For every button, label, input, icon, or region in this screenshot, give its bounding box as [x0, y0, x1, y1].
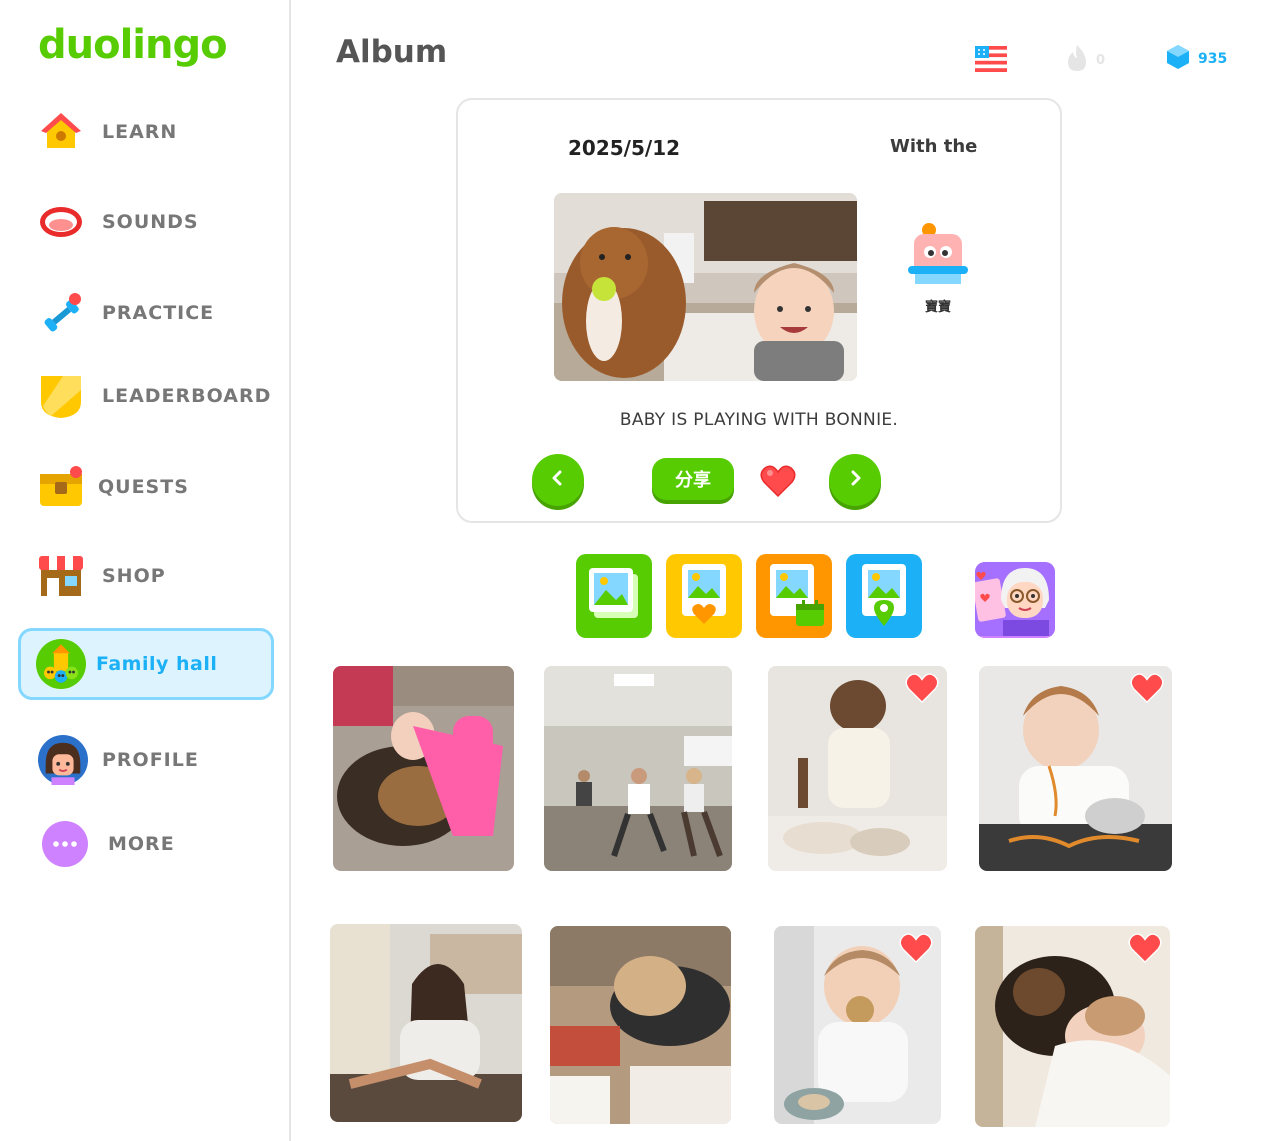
streak-count: 0: [1096, 52, 1106, 68]
chevron-right-icon: [847, 470, 863, 490]
sidebar-item-label: QUESTS: [98, 476, 189, 498]
favorite-heart-icon: [905, 672, 939, 704]
sidebar-item-profile[interactable]: PROFILE: [18, 725, 274, 795]
grandma-character-button[interactable]: [975, 562, 1055, 638]
sidebar: duolingo LEARN SOUNDS PRACTICE LEADERBOA…: [0, 0, 291, 1141]
mouth-icon: [36, 197, 86, 247]
grandma-character-icon: [975, 562, 1055, 638]
featured-photo[interactable]: [554, 193, 857, 381]
photo-location-icon: [856, 562, 912, 630]
sidebar-item-learn[interactable]: LEARN: [18, 97, 274, 167]
favorite-heart-icon: [1130, 672, 1164, 704]
sidebar-item-label: LEARN: [102, 121, 178, 143]
favorite-heart-icon: [1128, 932, 1162, 964]
filter-date-photos[interactable]: [756, 554, 832, 638]
sidebar-item-label: PRACTICE: [102, 302, 215, 324]
sidebar-item-label: Family hall: [96, 653, 218, 675]
sidebar-item-label: LEADERBOARD: [102, 385, 272, 407]
avatar-icon: [38, 735, 88, 785]
home-icon: [36, 107, 86, 157]
sidebar-item-shop[interactable]: SHOP: [18, 541, 274, 611]
shield-icon: [36, 371, 86, 421]
family-hall-icon: [36, 639, 86, 689]
language-selector[interactable]: [975, 46, 1007, 76]
sidebar-item-family-hall[interactable]: Family hall: [18, 628, 274, 700]
photo-heart-icon: [676, 562, 732, 630]
sidebar-item-quests[interactable]: QUESTS: [18, 452, 274, 522]
with-label: With the: [890, 136, 978, 157]
photo-tile[interactable]: [333, 666, 514, 871]
photo-tile[interactable]: [544, 666, 732, 871]
shop-icon: [36, 551, 86, 601]
previous-photo-button[interactable]: [532, 454, 584, 506]
sidebar-item-label: PROFILE: [102, 749, 199, 771]
photo-tile[interactable]: [774, 926, 941, 1124]
photo-tile[interactable]: [768, 666, 947, 871]
duolingo-logo[interactable]: duolingo: [38, 22, 228, 68]
album-card: 2025/5/12 With the 寶寶 BABY IS PLAYING WI…: [456, 98, 1062, 523]
sidebar-item-practice[interactable]: PRACTICE: [18, 278, 274, 348]
flame-icon: [1066, 44, 1088, 76]
heart-icon: [760, 465, 796, 502]
next-photo-button[interactable]: [829, 454, 881, 506]
favorite-heart-button[interactable]: [760, 464, 796, 498]
gems-counter[interactable]: 935: [1166, 44, 1227, 74]
photo-tile[interactable]: [550, 926, 731, 1124]
treasure-chest-icon: [36, 462, 86, 512]
gems-count: 935: [1198, 51, 1228, 67]
sidebar-item-leaderboard[interactable]: LEADERBOARD: [18, 361, 274, 431]
us-flag-icon: [975, 46, 1007, 76]
filter-all-photos[interactable]: [576, 554, 652, 638]
more-icon: [40, 819, 90, 869]
photo-tile[interactable]: [979, 666, 1172, 871]
photo-stack-icon: [586, 564, 642, 628]
photo-calendar-icon: [764, 562, 824, 630]
photo-date: 2025/5/12: [568, 136, 681, 160]
streak-counter[interactable]: 0: [1066, 44, 1105, 76]
photo-tile[interactable]: [975, 926, 1170, 1127]
companion-name: 寶寶: [924, 300, 951, 315]
filter-favorite-photos[interactable]: [666, 554, 742, 638]
gem-icon: [1166, 44, 1190, 74]
sidebar-item-sounds[interactable]: SOUNDS: [18, 187, 274, 257]
chevron-left-icon: [550, 470, 566, 490]
dumbbell-icon: [36, 288, 86, 338]
photo-caption: BABY IS PLAYING WITH BONNIE.: [619, 410, 899, 430]
sidebar-item-label: MORE: [108, 833, 175, 855]
page-title: Album: [336, 34, 448, 70]
share-button[interactable]: 分享: [652, 458, 734, 500]
sidebar-item-label: SHOP: [102, 565, 166, 587]
sidebar-item-label: SOUNDS: [102, 211, 199, 233]
companion-character[interactable]: 寶寶: [898, 220, 978, 315]
photo-tile[interactable]: [330, 924, 522, 1122]
filter-location-photos[interactable]: [846, 554, 922, 638]
favorite-heart-icon: [899, 932, 933, 964]
sidebar-item-more[interactable]: MORE: [18, 809, 274, 879]
